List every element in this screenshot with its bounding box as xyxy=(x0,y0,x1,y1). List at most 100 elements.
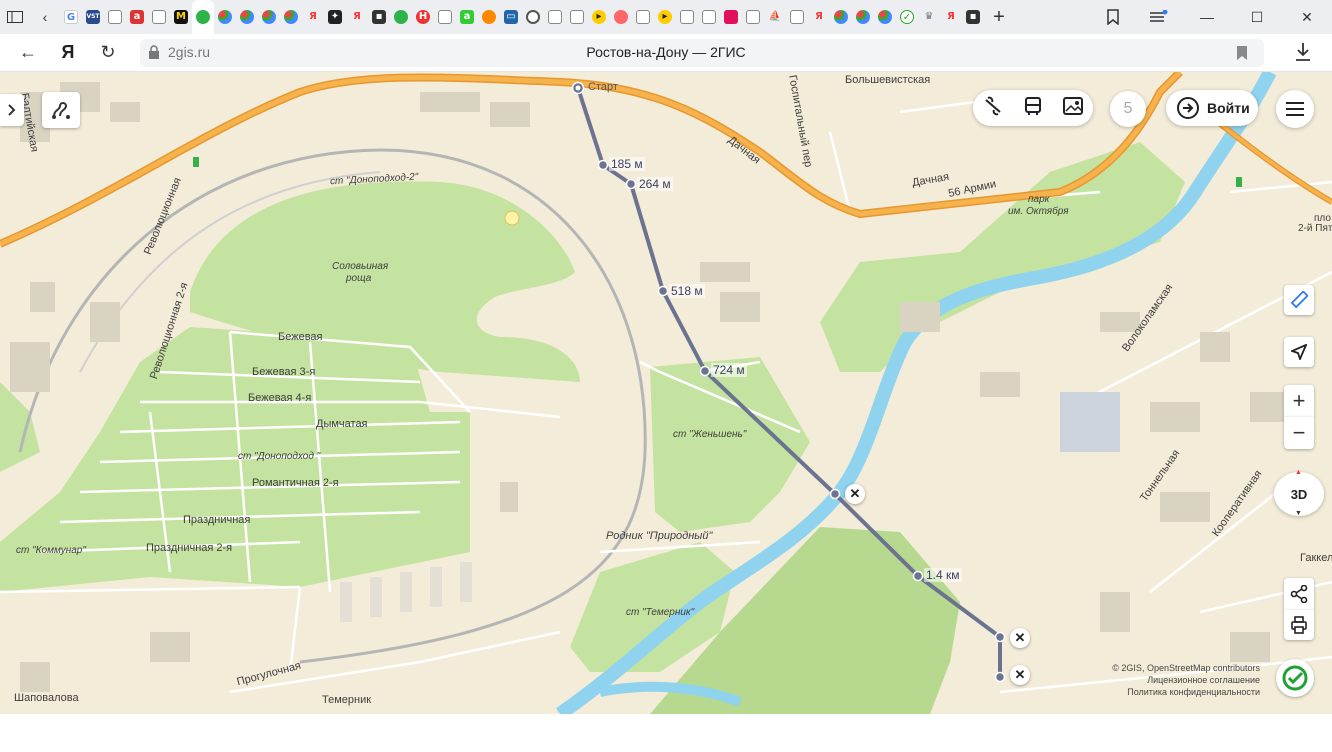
lock-icon[interactable] xyxy=(148,45,160,64)
zoom-out-button[interactable]: − xyxy=(1284,417,1314,449)
map-label: ст "Доноподход " xyxy=(238,451,321,462)
copyright-text: © 2GIS, OpenStreetMap contributors xyxy=(1112,663,1260,673)
bookmark-page-icon[interactable] xyxy=(1236,45,1248,66)
tab-favicon-vest[interactable]: VST xyxy=(82,0,104,34)
tab-favicon-dots[interactable] xyxy=(874,0,896,34)
url-host[interactable]: 2gis.ru xyxy=(168,44,210,60)
tab-favicon-page[interactable] xyxy=(566,0,588,34)
tab-favicon-boat[interactable]: ⛵ xyxy=(764,0,786,34)
route-mode-button[interactable] xyxy=(42,92,80,128)
minimize-icon[interactable]: — xyxy=(1182,0,1232,34)
login-icon xyxy=(1177,97,1199,119)
url-field[interactable] xyxy=(140,39,1264,67)
tab-favicon-avito[interactable]: a xyxy=(456,0,478,34)
tab-favicon-check[interactable]: ✓ xyxy=(896,0,918,34)
street-label: Бежевая 3-я xyxy=(252,366,316,378)
share-button[interactable] xyxy=(1284,578,1314,610)
route-distance-label: 185 м xyxy=(609,157,645,171)
tab-favicon-dark[interactable]: ▪ xyxy=(962,0,984,34)
tab-favicon-bus[interactable]: ▭ xyxy=(500,0,522,34)
remove-waypoint-icon[interactable]: ✕ xyxy=(1010,628,1030,648)
tabs-back-icon[interactable]: ‹ xyxy=(30,0,60,34)
page-bottom-strip xyxy=(0,714,1332,752)
tab-favicon-page[interactable] xyxy=(742,0,764,34)
map-canvas[interactable]: Старт 185 м 264 м 518 м 724 м 1.4 км ✕ ✕… xyxy=(0,72,1332,714)
tab-favicon-yandex[interactable]: Я xyxy=(940,0,962,34)
tab-favicon-orange[interactable] xyxy=(478,0,500,34)
tab-favicon-play[interactable]: ▸ xyxy=(654,0,676,34)
map-label: Соловьиная xyxy=(332,261,389,272)
street-label: Гаккел xyxy=(1300,552,1332,564)
maximize-icon[interactable]: ☐ xyxy=(1232,0,1282,34)
tab-favicon-page[interactable] xyxy=(434,0,456,34)
tab-favicon-eagle[interactable]: ♛ xyxy=(918,0,940,34)
tab-favicon-yellow[interactable]: M xyxy=(170,0,192,34)
tab-favicon-page[interactable] xyxy=(104,0,126,34)
map-label: ст "Женьшень" xyxy=(673,429,747,440)
new-tab-button[interactable]: + xyxy=(984,0,1014,34)
tab-favicon-yandex[interactable]: Я xyxy=(808,0,830,34)
route-distance-label: 1.4 км xyxy=(924,568,962,582)
traffic-icon[interactable] xyxy=(982,96,1004,121)
transport-icon[interactable] xyxy=(1023,96,1043,121)
login-button[interactable]: Войти xyxy=(1166,90,1258,126)
browser-menu-icon[interactable] xyxy=(1136,0,1182,34)
sidebar-toggle-icon[interactable] xyxy=(0,0,30,34)
expand-panel-button[interactable] xyxy=(0,94,24,126)
zoom-in-button[interactable]: + xyxy=(1284,385,1314,417)
tab-favicon-dots[interactable] xyxy=(852,0,874,34)
map-label: им. Октября xyxy=(1008,206,1069,217)
print-button[interactable] xyxy=(1284,610,1314,640)
reload-icon[interactable]: ↻ xyxy=(88,34,128,72)
tab-favicon-dots[interactable] xyxy=(258,0,280,34)
photo-icon[interactable] xyxy=(1062,96,1084,121)
tab-favicon-dots[interactable] xyxy=(236,0,258,34)
tab-favicon-page[interactable] xyxy=(544,0,566,34)
yandex-icon[interactable]: Я xyxy=(48,34,88,72)
share-icon xyxy=(1290,585,1308,603)
privacy-link[interactable]: Политика конфиденциальности xyxy=(1112,686,1260,698)
browser-tab-bar: ‹ G VST a M Я ✦ Я ▪ H a ▭ ▸ ▸ ⛵ Я ✓ ♛ Я … xyxy=(0,0,1332,34)
close-window-icon[interactable]: ✕ xyxy=(1282,0,1332,34)
tab-favicon-star[interactable]: ✦ xyxy=(324,0,346,34)
tab-favicon-page[interactable] xyxy=(148,0,170,34)
tab-favicon-dots[interactable] xyxy=(830,0,852,34)
tab-favicon-2gis[interactable] xyxy=(192,0,214,34)
download-icon[interactable] xyxy=(1294,42,1312,67)
sber-logo[interactable] xyxy=(1276,659,1314,697)
my-location-button[interactable] xyxy=(1284,337,1314,367)
tab-favicon-yandex[interactable]: Я xyxy=(302,0,324,34)
tab-favicon-green[interactable] xyxy=(390,0,412,34)
tab-favicon-pink[interactable] xyxy=(720,0,742,34)
street-label: 2-й Пят xyxy=(1298,223,1332,234)
tab-favicon-flower[interactable] xyxy=(610,0,632,34)
tab-favicon-page[interactable] xyxy=(786,0,808,34)
tab-favicon-yandex[interactable]: Я xyxy=(346,0,368,34)
tab-favicon-play[interactable]: ▸ xyxy=(588,0,610,34)
main-menu-button[interactable] xyxy=(1276,90,1314,128)
tab-favicon-page[interactable] xyxy=(676,0,698,34)
location-arrow-icon xyxy=(1291,344,1307,360)
station-label: Темерник xyxy=(322,694,372,706)
street-label: Праздничная 2-я xyxy=(146,542,233,554)
tab-favicon-red[interactable]: a xyxy=(126,0,148,34)
tab-favicon-google[interactable]: G xyxy=(60,0,82,34)
route-distance-label: 518 м xyxy=(669,284,705,298)
copyright-block: © 2GIS, OpenStreetMap contributors Лицен… xyxy=(1112,662,1260,698)
ruler-button[interactable] xyxy=(1284,285,1314,315)
tab-favicon-dark[interactable]: ▪ xyxy=(368,0,390,34)
remove-waypoint-icon[interactable]: ✕ xyxy=(1010,665,1030,685)
tab-favicon-page[interactable] xyxy=(698,0,720,34)
bookmarks-icon[interactable] xyxy=(1090,0,1136,34)
license-link[interactable]: Лицензионное соглашение xyxy=(1112,674,1260,686)
tab-favicon-dots[interactable] xyxy=(214,0,236,34)
tab-favicon-hh[interactable]: H xyxy=(412,0,434,34)
street-label: Шаповалова xyxy=(14,692,79,704)
street-label: Романтичная 2-я xyxy=(252,477,339,489)
tab-favicon-dots[interactable] xyxy=(280,0,302,34)
notifications-counter[interactable]: 5 xyxy=(1110,91,1146,127)
remove-waypoint-icon[interactable]: ✕ xyxy=(845,484,865,504)
tab-favicon-target[interactable] xyxy=(522,0,544,34)
tab-favicon-page[interactable] xyxy=(632,0,654,34)
back-icon[interactable]: ← xyxy=(8,34,48,72)
